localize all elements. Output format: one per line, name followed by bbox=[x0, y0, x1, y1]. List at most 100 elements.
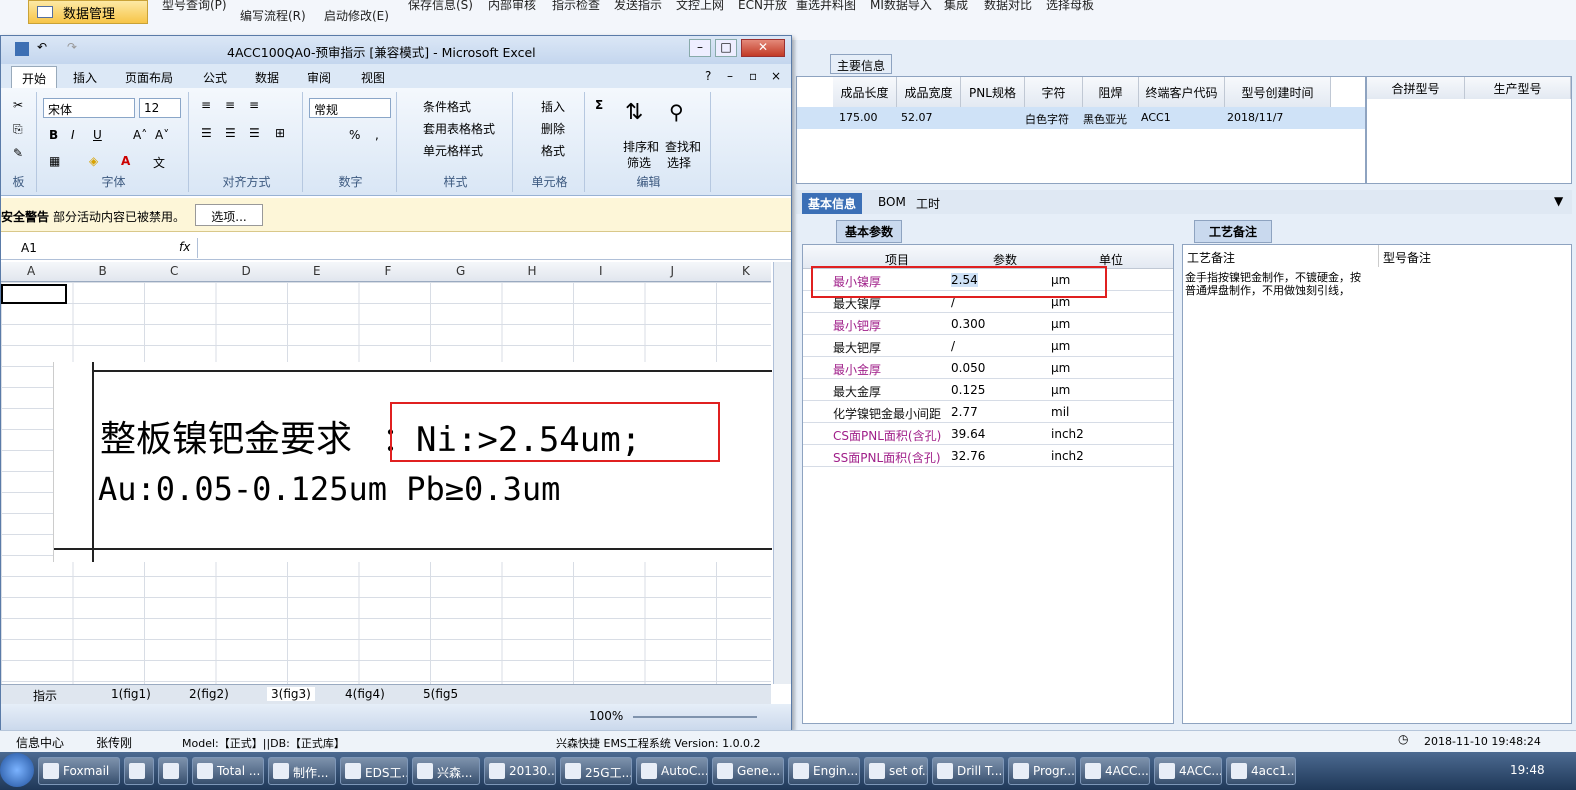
chevron-down-icon[interactable]: ▼ bbox=[1554, 194, 1563, 208]
sum-icon[interactable]: Σ bbox=[595, 98, 603, 112]
sheet-tab[interactable]: 3(fig3) bbox=[267, 687, 315, 701]
number-format-box[interactable]: 常规 bbox=[309, 98, 391, 118]
taskbar-button[interactable]: Drill T... bbox=[932, 757, 1004, 785]
format-cells-button[interactable]: 格式 bbox=[541, 142, 565, 159]
taskbar-button[interactable]: 4acc1... bbox=[1226, 757, 1296, 785]
param-row[interactable]: 化学镍钯金最小间距 2.77 mil bbox=[803, 401, 1173, 423]
grow-font-icon[interactable]: A˄ bbox=[133, 128, 147, 142]
format-painter-icon[interactable]: ✎ bbox=[13, 146, 23, 160]
menu-ecn[interactable]: ECN开放 bbox=[738, 0, 787, 13]
menu-data-compare[interactable]: 数据对比 bbox=[984, 0, 1032, 13]
column-header[interactable]: C bbox=[170, 264, 178, 278]
delete-cells-button[interactable]: 删除 bbox=[541, 120, 565, 137]
column-header[interactable]: K bbox=[742, 264, 750, 278]
basic-params-tab[interactable]: 基本参数 bbox=[836, 220, 903, 243]
column-header[interactable]: H bbox=[528, 264, 537, 278]
close-button[interactable]: ✕ bbox=[741, 39, 785, 57]
comma-icon[interactable]: , bbox=[375, 128, 379, 142]
taskbar-button[interactable]: set of... bbox=[864, 757, 928, 785]
sheet-tab[interactable]: 指示 bbox=[33, 687, 57, 704]
tab-view[interactable]: 视图 bbox=[361, 69, 385, 86]
undo-icon[interactable]: ↶ bbox=[37, 40, 47, 54]
start-button[interactable] bbox=[0, 753, 34, 787]
percent-icon[interactable]: % bbox=[349, 128, 360, 142]
zoom-slider[interactable] bbox=[633, 716, 757, 718]
clock[interactable]: 19:48 bbox=[1510, 763, 1545, 777]
tab-bom[interactable]: BOM bbox=[878, 195, 906, 209]
taskbar-button[interactable]: 兴森... bbox=[412, 757, 480, 785]
menu-mi-import[interactable]: MI数据导入 bbox=[870, 0, 932, 13]
taskbar-button[interactable]: 制作... bbox=[268, 757, 336, 785]
menu-doc-upload[interactable]: 文控上网 bbox=[676, 0, 724, 13]
taskbar-button[interactable] bbox=[124, 757, 154, 785]
taskbar-button[interactable]: 4ACC... bbox=[1080, 757, 1150, 785]
copy-icon[interactable]: ⎘ bbox=[13, 122, 23, 137]
minimize-button[interactable]: – bbox=[689, 39, 711, 57]
align-center-icon[interactable]: ☰ bbox=[225, 126, 236, 140]
column-header[interactable]: I bbox=[599, 264, 603, 278]
sort-filter-button[interactable]: 排序和 bbox=[623, 138, 659, 155]
taskbar-button[interactable]: 4ACC... bbox=[1154, 757, 1222, 785]
taskbar-button[interactable]: AutoC... bbox=[636, 757, 708, 785]
ribbon-minimize-icon[interactable]: – bbox=[727, 69, 733, 83]
taskbar-button[interactable]: EDS工... bbox=[340, 757, 408, 785]
name-box[interactable]: A1 bbox=[21, 241, 37, 255]
bold-icon[interactable]: B bbox=[49, 128, 58, 142]
param-row[interactable]: 最小钯厚 0.300 µm bbox=[803, 313, 1173, 335]
sheet-tab[interactable]: 2(fig2) bbox=[189, 687, 229, 701]
tab-data[interactable]: 数据 bbox=[255, 69, 279, 86]
vertical-scrollbar[interactable] bbox=[773, 262, 791, 684]
main-info-row[interactable]: 175.00 52.07 白色字符 黑色亚光 ACC1 2018/11/7 bbox=[797, 107, 1365, 129]
options-button[interactable]: 选项... bbox=[195, 204, 263, 226]
fx-icon[interactable]: fx bbox=[179, 240, 190, 254]
save-icon[interactable] bbox=[15, 42, 29, 56]
align-top-icon[interactable]: ≡ bbox=[201, 98, 211, 112]
menu-reselect[interactable]: 重选并料图 bbox=[796, 0, 856, 13]
maximize-button[interactable]: □ bbox=[715, 39, 737, 57]
ribbon-restore-icon[interactable]: ▫ bbox=[749, 69, 757, 83]
cell-style-button[interactable]: 单元格样式 bbox=[423, 142, 483, 159]
underline-icon[interactable]: U bbox=[93, 128, 102, 142]
menu-integrate[interactable]: 集成 bbox=[944, 0, 968, 13]
tab-review[interactable]: 审阅 bbox=[307, 69, 331, 86]
ribbon-close-icon[interactable]: × bbox=[771, 69, 781, 83]
taskbar-button[interactable]: 20130... bbox=[484, 757, 556, 785]
tab-work-hours[interactable]: 工时 bbox=[916, 195, 940, 212]
param-row[interactable]: 最大钯厚 / µm bbox=[803, 335, 1173, 357]
column-header[interactable]: G bbox=[456, 264, 465, 278]
menu-send[interactable]: 发送指示 bbox=[614, 0, 662, 13]
conditional-format-button[interactable]: 条件格式 bbox=[423, 98, 471, 115]
param-row[interactable]: CS面PNL面积(含孔) 39.64 inch2 bbox=[803, 423, 1173, 445]
taskbar-button[interactable]: Gene... bbox=[712, 757, 784, 785]
column-header[interactable]: J bbox=[671, 264, 675, 278]
menu-start-edit[interactable]: 启动修改(E) bbox=[324, 7, 389, 24]
fill-color-icon[interactable]: ◈ bbox=[89, 154, 98, 168]
taskbar-button[interactable] bbox=[158, 757, 188, 785]
tab-page-layout[interactable]: 页面布局 bbox=[125, 69, 173, 86]
menu-model-query[interactable]: 型号查询(P) bbox=[162, 0, 227, 13]
align-middle-icon[interactable]: ≡ bbox=[225, 98, 235, 112]
column-header[interactable]: D bbox=[242, 264, 251, 278]
tab-insert[interactable]: 插入 bbox=[73, 69, 97, 86]
formula-input[interactable] bbox=[197, 238, 769, 258]
menu-write-flow[interactable]: 编写流程(R) bbox=[240, 7, 306, 24]
taskbar-button[interactable]: Progr... bbox=[1008, 757, 1076, 785]
align-left-icon[interactable]: ☰ bbox=[201, 126, 212, 140]
font-name-box[interactable]: 宋体 bbox=[43, 98, 135, 118]
param-row[interactable]: 最大金厚 0.125 µm bbox=[803, 379, 1173, 401]
data-management-button[interactable]: 数据管理 bbox=[28, 0, 148, 24]
cut-icon[interactable]: ✂ bbox=[13, 98, 23, 112]
font-size-box[interactable]: 12 bbox=[139, 98, 181, 118]
shrink-font-icon[interactable]: A˅ bbox=[155, 128, 169, 142]
align-bottom-icon[interactable]: ≡ bbox=[249, 98, 259, 112]
taskbar-button[interactable]: Total ... bbox=[192, 757, 264, 785]
menu-select-board[interactable]: 选择母板 bbox=[1046, 0, 1094, 13]
help-icon[interactable]: ? bbox=[705, 69, 711, 83]
insert-cells-button[interactable]: 插入 bbox=[541, 98, 565, 115]
menu-check[interactable]: 指示检查 bbox=[552, 0, 600, 13]
italic-icon[interactable]: I bbox=[71, 128, 75, 142]
column-header[interactable]: F bbox=[385, 264, 392, 278]
phonetic-icon[interactable]: 文 bbox=[153, 154, 165, 171]
column-header[interactable]: B bbox=[99, 264, 107, 278]
sheet-tab[interactable]: 4(fig4) bbox=[345, 687, 385, 701]
